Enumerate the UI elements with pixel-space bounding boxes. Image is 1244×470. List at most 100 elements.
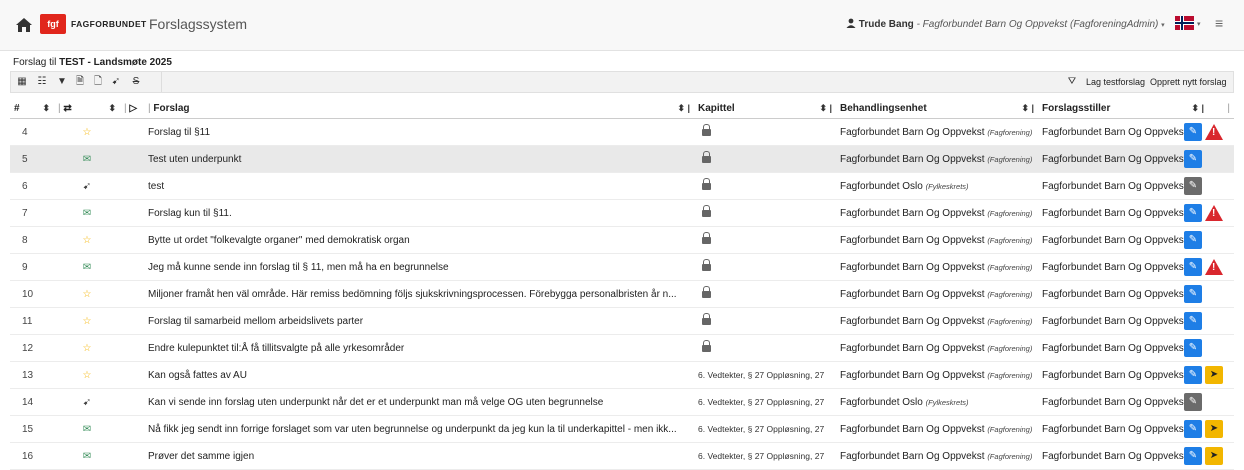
forslag-title[interactable]: test <box>144 172 694 200</box>
send-forslag-button[interactable]: ➤ <box>1205 447 1223 465</box>
forslag-title[interactable]: Kan vi sende inn forslag uten underpunkt… <box>144 388 694 416</box>
sort-icon[interactable]: ⬍ | <box>819 103 832 114</box>
forslag-title[interactable]: Kan også fattes av AU <box>144 361 694 389</box>
column-forslagsstiller[interactable]: Forslagsstiller ⬍ | <box>1038 98 1208 119</box>
language-caret-icon[interactable]: ▾ <box>1197 20 1201 28</box>
column-forslag[interactable]: | Forslag ⬍ | <box>144 98 694 119</box>
home-icon[interactable] <box>15 17 33 33</box>
table-row[interactable]: 8 ☆ Bytte ut ordet "folkevalgte organer" m… <box>10 226 1234 254</box>
table-row[interactable]: 5 ✉ Test uten underpunkt Fagforbundet Barn … <box>10 145 1234 173</box>
kapittel-cell <box>694 118 836 146</box>
send-icon[interactable]: ➹ <box>109 75 123 89</box>
edit-button[interactable]: ✎ <box>1184 393 1202 411</box>
sort-icon[interactable]: ⬍ | <box>1191 103 1204 114</box>
warning-icon <box>1205 205 1223 221</box>
edit-button[interactable]: ✎ <box>1184 150 1202 168</box>
edit-button[interactable]: ✎ <box>1184 312 1202 330</box>
row-actions: ✎ <box>1184 226 1234 254</box>
table-row[interactable]: 16 ✉ Prøver det samme igjen 6. Vedtekter, §… <box>10 442 1234 470</box>
user-menu[interactable]: Trude Bang - Fagforbundet Barn Og Oppvek… <box>846 18 1165 30</box>
forslagsstiller-cell: Fagforbundet Barn Og Oppvekst <box>1038 253 1208 281</box>
norway-flag-icon[interactable] <box>1175 16 1194 30</box>
table-row[interactable]: 7 ✉ Forslag kun til §11. Fagforbundet Barn … <box>10 199 1234 227</box>
filter-clear-icon[interactable]: ⛛ <box>1065 75 1079 89</box>
filter-icon[interactable]: ▼ <box>55 75 69 89</box>
behandlingsenhet-cell: Fagforbundet Oslo (Fylkeskrets) <box>836 388 1038 416</box>
row-spacer <box>120 280 144 308</box>
behandlingsenhet-type: (Fagforening) <box>987 316 1033 326</box>
table-row[interactable]: 15 ✉ Nå fikk jeg sendt inn forrige forslag… <box>10 415 1234 443</box>
forslag-title[interactable]: Test uten underpunkt <box>144 145 694 173</box>
table-row[interactable]: 6 ➹ test Fagforbundet Oslo (Fylkeskrets) Fag… <box>10 172 1234 200</box>
edit-button[interactable]: ✎ <box>1184 420 1202 438</box>
lock-icon <box>702 286 711 298</box>
row-action-buttons: ✎ ➤ <box>1184 447 1223 465</box>
edit-button[interactable]: ✎ <box>1184 447 1202 465</box>
row-action-buttons: ✎ <box>1184 177 1202 195</box>
edit-button[interactable]: ✎ <box>1184 366 1202 384</box>
column-kapittel[interactable]: Kapittel ⬍ | <box>694 98 836 119</box>
opprett-nytt-forslag-button[interactable]: Opprett nytt forslag <box>1146 74 1231 91</box>
forslag-title[interactable]: Forslag kun til §11. <box>144 199 694 227</box>
row-number: 12 <box>10 334 54 362</box>
row-number: 7 <box>10 199 54 227</box>
app-title[interactable]: Forslagssystem <box>149 16 247 32</box>
lock-icon <box>702 232 711 244</box>
forslag-title[interactable]: Prøver det samme igjen <box>144 442 694 470</box>
row-actions: ✎ ➤ <box>1184 361 1234 389</box>
table-row[interactable]: 9 ✉ Jeg må kunne sende inn forslag til § 1… <box>10 253 1234 281</box>
hamburger-icon[interactable]: ≡ <box>1215 15 1223 31</box>
send-sort-icon[interactable]: ▷ <box>129 103 137 114</box>
word-icon[interactable]: 🗋 <box>91 75 105 89</box>
column-send[interactable]: | ▷ <box>120 98 144 119</box>
forslag-title[interactable]: Endre kulepunktet til:Å få tillitsvalgte… <box>144 334 694 362</box>
sort-icon[interactable]: ⬍ | <box>677 103 690 114</box>
sort-icon[interactable]: ⬍ | <box>1021 103 1034 114</box>
table-row[interactable]: 11 ☆ Forslag til samarbeid mellom arbeidsl… <box>10 307 1234 335</box>
table-row[interactable]: 13 ☆ Kan også fattes av AU 6. Vedtekter, § … <box>10 361 1234 389</box>
edit-button[interactable]: ✎ <box>1184 177 1202 195</box>
forslagsstiller-cell: Fagforbundet Barn Og Oppvekst <box>1038 307 1208 335</box>
table-row[interactable]: 4 ☆ Forslag til §11 Fagforbundet Barn Og Op… <box>10 118 1234 146</box>
forslag-title[interactable]: Bytte ut ordet "folkevalgte organer" med… <box>144 226 694 254</box>
send-forslag-button[interactable]: ➤ <box>1205 366 1223 384</box>
forslag-title[interactable]: Forslag til §11 <box>144 118 694 146</box>
forslag-title[interactable]: Miljoner framåt hen väl område. Här remi… <box>144 280 694 308</box>
status-sort-icon[interactable]: ⇄ <box>63 103 71 114</box>
column-status[interactable]: | ⇄ ⬍ <box>54 98 120 119</box>
edit-button[interactable]: ✎ <box>1184 339 1202 357</box>
sort-icon[interactable]: ⬍ <box>42 103 50 114</box>
edit-button[interactable]: ✎ <box>1184 258 1202 276</box>
envelope-open-icon: ✉ <box>54 415 120 443</box>
pdf-icon[interactable]: 🗎 <box>73 75 87 89</box>
row-number: 14 <box>10 388 54 416</box>
edit-button[interactable]: ✎ <box>1184 123 1202 141</box>
column-behandlingsenhet[interactable]: Behandlingsenhet ⬍ | <box>836 98 1038 119</box>
table-row[interactable]: 10 ☆ Miljoner framåt hen väl område. Här r… <box>10 280 1234 308</box>
column-num[interactable]: # ⬍ <box>10 98 54 119</box>
kapittel-text: 6. Vedtekter, § 27 Oppløsning, 27 <box>698 369 825 380</box>
strikethrough-icon[interactable]: S <box>129 75 143 89</box>
fagforbundet-logo[interactable]: fgf <box>40 14 66 34</box>
table-row[interactable]: 12 ☆ Endre kulepunktet til:Å få tillitsval… <box>10 334 1234 362</box>
sort-icon[interactable]: ⬍ <box>108 103 116 114</box>
lock-icon <box>702 259 711 271</box>
lag-testforslag-button[interactable]: Lag testforslag <box>1082 74 1149 91</box>
grid-icon[interactable]: ▦ <box>15 75 29 89</box>
row-spacer <box>120 334 144 362</box>
send-forslag-button[interactable]: ➤ <box>1205 420 1223 438</box>
kapittel-cell <box>694 199 836 227</box>
table-row[interactable]: 14 ➹ Kan vi sende inn forslag uten underpu… <box>10 388 1234 416</box>
row-actions: ✎ <box>1184 118 1234 146</box>
column-actions: | <box>1208 98 1234 119</box>
forslagsstiller-cell: Fagforbundet Barn Og Oppvekst <box>1038 118 1208 146</box>
forslag-title[interactable]: Forslag til samarbeid mellom arbeidslive… <box>144 307 694 335</box>
forslag-title[interactable]: Jeg må kunne sende inn forslag til § 11,… <box>144 253 694 281</box>
row-action-buttons: ✎ ➤ <box>1184 366 1223 384</box>
edit-button[interactable]: ✎ <box>1184 204 1202 222</box>
forslag-title[interactable]: Nå fikk jeg sendt inn forrige forslaget … <box>144 415 694 443</box>
list-icon[interactable]: ☷ <box>35 75 49 89</box>
edit-button[interactable]: ✎ <box>1184 231 1202 249</box>
edit-button[interactable]: ✎ <box>1184 285 1202 303</box>
row-actions: ✎ <box>1184 199 1234 227</box>
